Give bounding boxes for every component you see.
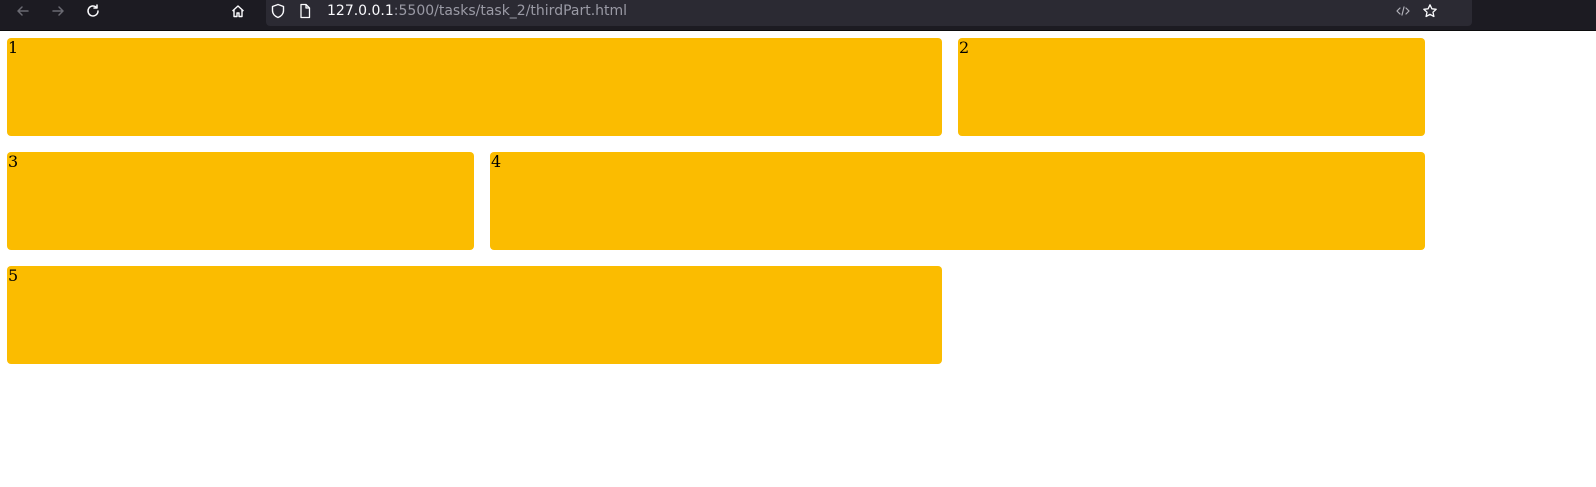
box-label: 2 [959, 38, 970, 57]
grid-box-4: 4 [490, 152, 1425, 250]
box-label: 4 [491, 152, 502, 171]
url-path: :5500/tasks/task_2/thirdPart.html [393, 3, 628, 19]
grid-box-3: 3 [7, 152, 474, 250]
shield-icon[interactable] [270, 3, 286, 23]
url-host: 127.0.0.1 [327, 3, 394, 19]
forward-arrow-icon[interactable] [45, 0, 71, 22]
url-text[interactable]: 127.0.0.1:5500/tasks/task_2/thirdPart.ht… [327, 3, 627, 19]
reload-icon[interactable] [80, 0, 106, 22]
code-icon[interactable] [1395, 3, 1411, 23]
url-bar[interactable]: 127.0.0.1:5500/tasks/task_2/thirdPart.ht… [266, 0, 1472, 26]
home-icon[interactable] [225, 0, 251, 22]
back-arrow-icon[interactable] [10, 0, 36, 22]
grid-box-1: 1 [7, 38, 942, 136]
box-label: 1 [8, 38, 19, 57]
box-label: 5 [8, 266, 19, 285]
grid-box-2: 2 [958, 38, 1425, 136]
box-label: 3 [8, 152, 19, 171]
grid-box-5: 5 [7, 266, 942, 364]
browser-toolbar: 127.0.0.1:5500/tasks/task_2/thirdPart.ht… [0, 0, 1596, 31]
page-icon[interactable] [297, 3, 313, 23]
star-icon[interactable] [1422, 3, 1438, 23]
